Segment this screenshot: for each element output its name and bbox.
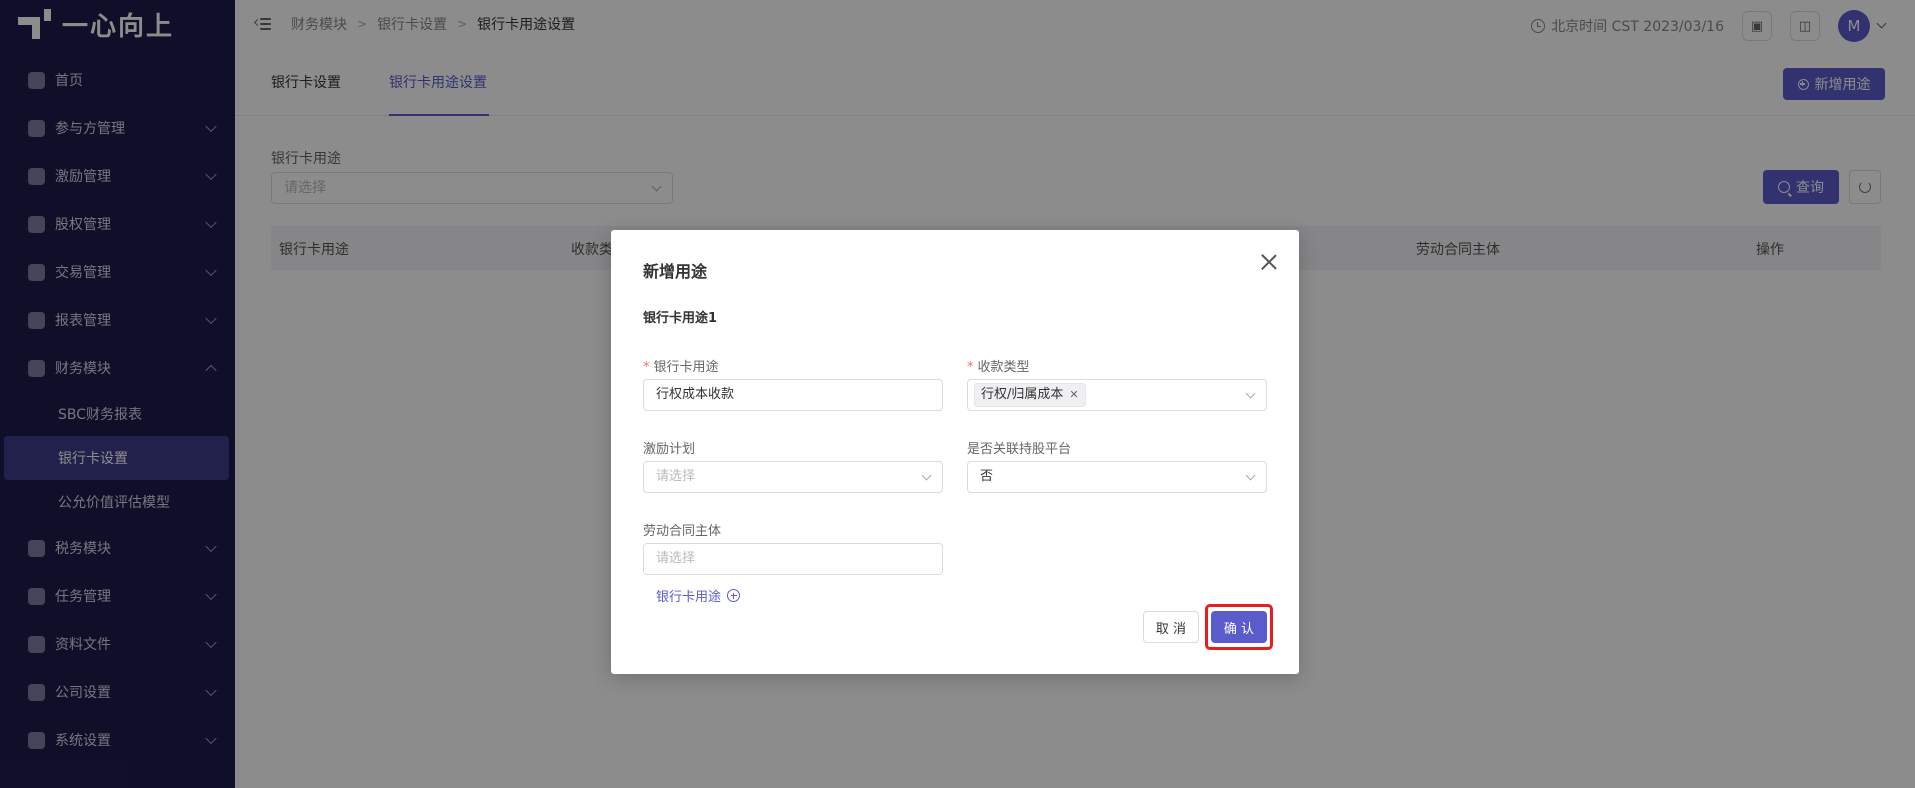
labor-contract-entity-label: 劳动合同主体 bbox=[643, 524, 722, 539]
bank-card-use-input[interactable]: 行权成本收款 bbox=[643, 379, 943, 411]
tag-label: 行权/归属成本 bbox=[981, 387, 1064, 402]
chevron-down-icon bbox=[1245, 470, 1256, 481]
linked-platform-label: 是否关联持股平台 bbox=[967, 442, 1072, 457]
receipt-type-tag: 行权/归属成本 ✕ bbox=[974, 383, 1086, 407]
close-icon[interactable]: ✕ bbox=[1069, 384, 1078, 406]
linked-platform-select[interactable]: 否 bbox=[967, 461, 1267, 493]
close-icon[interactable] bbox=[1259, 252, 1279, 272]
incentive-plan-placeholder: 请选择 bbox=[656, 469, 696, 484]
linked-platform-value: 否 bbox=[980, 469, 994, 484]
incentive-plan-label: 激励计划 bbox=[643, 442, 696, 457]
chevron-down-icon bbox=[921, 470, 932, 481]
cancel-button[interactable]: 取 消 bbox=[1143, 611, 1199, 643]
receipt-type-label: * 收款类型 bbox=[967, 360, 1030, 375]
receipt-type-select[interactable]: 行权/归属成本 ✕ bbox=[967, 379, 1267, 411]
section-title: 银行卡用途1 bbox=[643, 311, 718, 326]
add-use-dialog: 新增用途 银行卡用途1 * 银行卡用途 行权成本收款 * 收款类型 行权/归属成本 … bbox=[611, 230, 1299, 674]
add-link-label: 银行卡用途 bbox=[656, 590, 722, 605]
confirm-button[interactable]: 确 认 bbox=[1211, 611, 1267, 643]
plus-circle-icon bbox=[727, 589, 741, 602]
bank-card-use-label: * 银行卡用途 bbox=[643, 360, 719, 375]
labor-contract-entity-select[interactable]: 请选择 bbox=[643, 543, 943, 575]
dialog-title: 新增用途 bbox=[643, 262, 708, 281]
add-bank-card-use-link[interactable]: 银行卡用途 bbox=[656, 586, 741, 605]
chevron-down-icon bbox=[1245, 388, 1256, 399]
incentive-plan-select[interactable]: 请选择 bbox=[643, 461, 943, 493]
